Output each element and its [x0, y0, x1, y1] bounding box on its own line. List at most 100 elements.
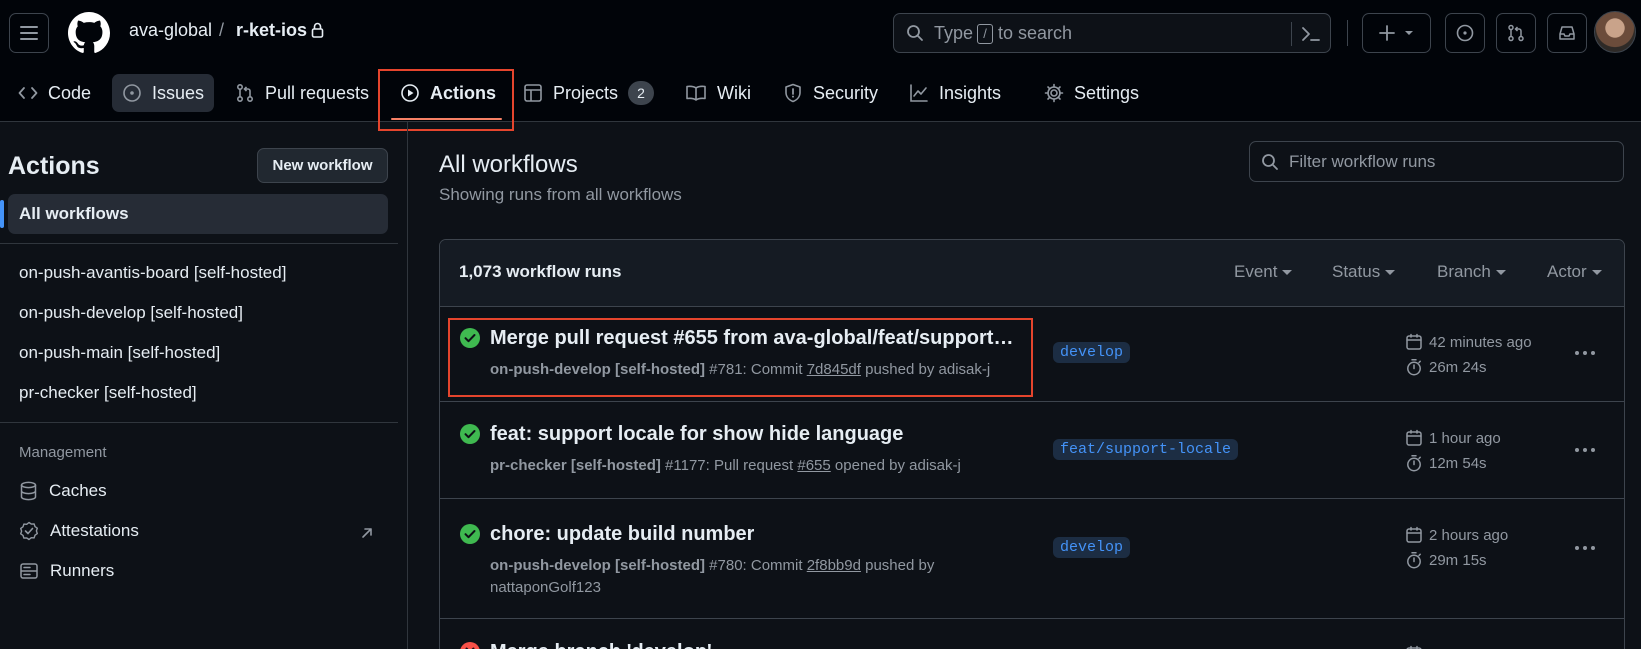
sidebar-workflow-item[interactable]: on-push-main [self-hosted]: [19, 343, 220, 363]
search-divider: [1291, 22, 1292, 46]
sidebar-border: [407, 122, 408, 649]
branch-label[interactable]: develop: [1053, 537, 1131, 558]
breadcrumb-separator: /: [219, 20, 225, 40]
tab-security[interactable]: Security: [773, 74, 888, 112]
kebab-horizontal-icon[interactable]: [1574, 350, 1596, 356]
tab-settings[interactable]: Settings: [1034, 74, 1149, 112]
command-palette-icon[interactable]: [1300, 23, 1322, 45]
actor-filter-dropdown[interactable]: Actor: [1547, 262, 1602, 282]
run-duration-text: 26m 24s: [1429, 358, 1487, 376]
filter-workflow-runs-input[interactable]: [1249, 141, 1624, 182]
active-tab-underline: [391, 118, 502, 120]
run-title-link[interactable]: chore: update build number: [490, 523, 754, 546]
run-detail-prefix: #781: Commit: [709, 361, 803, 378]
sidebar-item-caches[interactable]: Caches: [19, 477, 107, 505]
global-search-input[interactable]: Type / to search: [893, 13, 1331, 53]
filter-input-field[interactable]: [1289, 149, 1609, 175]
stopwatch-icon: [1407, 552, 1421, 569]
run-workflow-name: on-push-develop [self-hosted]: [490, 361, 705, 378]
commit-link[interactable]: 2f8bb9d: [807, 557, 861, 574]
calendar-icon: [1406, 429, 1422, 446]
search-icon: [907, 25, 923, 41]
workflow-run-row[interactable]: chore: update build number on-push-devel…: [440, 499, 1624, 619]
book-icon: [686, 85, 706, 101]
tab-code[interactable]: Code: [8, 74, 101, 112]
tab-projects[interactable]: Projects 2: [513, 74, 664, 112]
tab-pull-requests[interactable]: Pull requests: [225, 74, 379, 112]
run-title-link[interactable]: Merge pull request #655 from ava-global/…: [490, 327, 1020, 350]
sidebar-item-all-workflows-label: All workflows: [19, 204, 129, 223]
event-filter-label: Event: [1234, 262, 1278, 281]
tab-issues[interactable]: Issues: [112, 74, 215, 112]
selected-indicator: [0, 200, 4, 228]
workflow-run-row[interactable]: feat: support locale for show hide langu…: [440, 402, 1624, 499]
stopwatch-icon: [1407, 359, 1421, 376]
workflow-run-row[interactable]: Merge pull request #655 from ava-global/…: [440, 307, 1624, 402]
run-time-ago: 1 hour ago: [1405, 429, 1501, 447]
tab-insights[interactable]: Insights: [899, 74, 1011, 112]
graph-icon: [910, 84, 928, 102]
tab-actions-label: Actions: [430, 82, 497, 103]
status-filter-dropdown[interactable]: Status: [1332, 262, 1396, 282]
run-title-link[interactable]: Merge branch 'develop': [490, 641, 712, 649]
run-meta: pr-checker [self-hosted] #1177: Pull req…: [490, 455, 961, 477]
tab-security-label: Security: [813, 82, 879, 103]
run-time-ago-text: 1 hour ago: [1429, 429, 1501, 447]
hamburger-menu-button[interactable]: [9, 13, 49, 53]
sidebar-item-runners-label: Runners: [50, 561, 115, 580]
caret-down-icon: [1591, 269, 1602, 275]
pull-requests-shortcut-button[interactable]: [1496, 13, 1536, 53]
run-duration-text: 29m 15s: [1429, 551, 1487, 569]
workflow-run-count: 1,073 workflow runs: [459, 262, 622, 281]
repo-owner-link[interactable]: ava-global: [129, 20, 212, 41]
run-time-ago-text: 2 hours ago: [1429, 526, 1509, 544]
workflow-run-row[interactable]: Merge branch 'develop': [440, 619, 1624, 649]
run-meta: on-push-develop [self-hosted] #781: Comm…: [490, 359, 990, 381]
stopwatch-icon: [1407, 455, 1421, 472]
commit-link[interactable]: 7d845df: [807, 361, 861, 378]
external-link-arrow-icon: [362, 528, 372, 538]
tab-wiki[interactable]: Wiki: [675, 74, 761, 112]
sidebar-item-runners[interactable]: Runners: [19, 557, 114, 585]
sidebar-item-attestations[interactable]: Attestations: [19, 517, 139, 545]
tab-projects-label: Projects: [553, 82, 619, 103]
pull-request-link[interactable]: #655: [797, 457, 830, 474]
user-avatar[interactable]: [1594, 11, 1636, 53]
issues-shortcut-button[interactable]: [1445, 13, 1485, 53]
sidebar-workflow-item[interactable]: on-push-develop [self-hosted]: [19, 303, 243, 323]
event-filter-dropdown[interactable]: Event: [1234, 262, 1293, 282]
chevron-down-icon: [1404, 31, 1413, 35]
branch-filter-dropdown[interactable]: Branch: [1437, 262, 1506, 282]
issue-opened-icon: [123, 84, 141, 102]
sidebar-item-caches-label: Caches: [49, 481, 107, 500]
inbox-button[interactable]: [1547, 13, 1587, 53]
tab-actions[interactable]: Actions: [390, 74, 506, 112]
sidebar-workflow-item[interactable]: pr-checker [self-hosted]: [19, 383, 197, 403]
tab-insights-label: Insights: [939, 82, 1002, 103]
tab-pull-requests-label: Pull requests: [265, 82, 370, 103]
tab-issues-label: Issues: [152, 82, 205, 103]
kebab-horizontal-icon[interactable]: [1574, 545, 1596, 551]
menu-icon: [20, 26, 38, 40]
branch-label[interactable]: feat/support-locale: [1053, 439, 1239, 460]
git-pull-request-icon: [236, 83, 254, 103]
sidebar-workflow-item[interactable]: on-push-avantis-board [self-hosted]: [19, 263, 286, 283]
run-detail-suffix: pushed by adisak-j: [865, 361, 991, 378]
shield-icon: [785, 83, 801, 103]
branch-label[interactable]: develop: [1053, 342, 1131, 363]
kebab-horizontal-icon[interactable]: [1574, 447, 1596, 453]
github-logo-icon[interactable]: [68, 12, 110, 54]
new-workflow-button[interactable]: New workflow: [257, 148, 388, 183]
projects-count-badge: 2: [628, 81, 655, 105]
management-heading: Management: [19, 444, 107, 461]
run-time-ago-text: 42 minutes ago: [1429, 333, 1532, 351]
search-icon: [1262, 154, 1278, 170]
create-new-button[interactable]: [1362, 13, 1431, 53]
status-filter-label: Status: [1332, 262, 1381, 281]
tab-code-label: Code: [48, 82, 92, 103]
check-circle-success-icon: [460, 424, 480, 444]
repo-name-link[interactable]: r-ket-ios: [236, 20, 307, 41]
server-icon: [20, 563, 38, 579]
run-title-link[interactable]: feat: support locale for show hide langu…: [490, 423, 903, 446]
plus-icon: [1378, 25, 1395, 41]
